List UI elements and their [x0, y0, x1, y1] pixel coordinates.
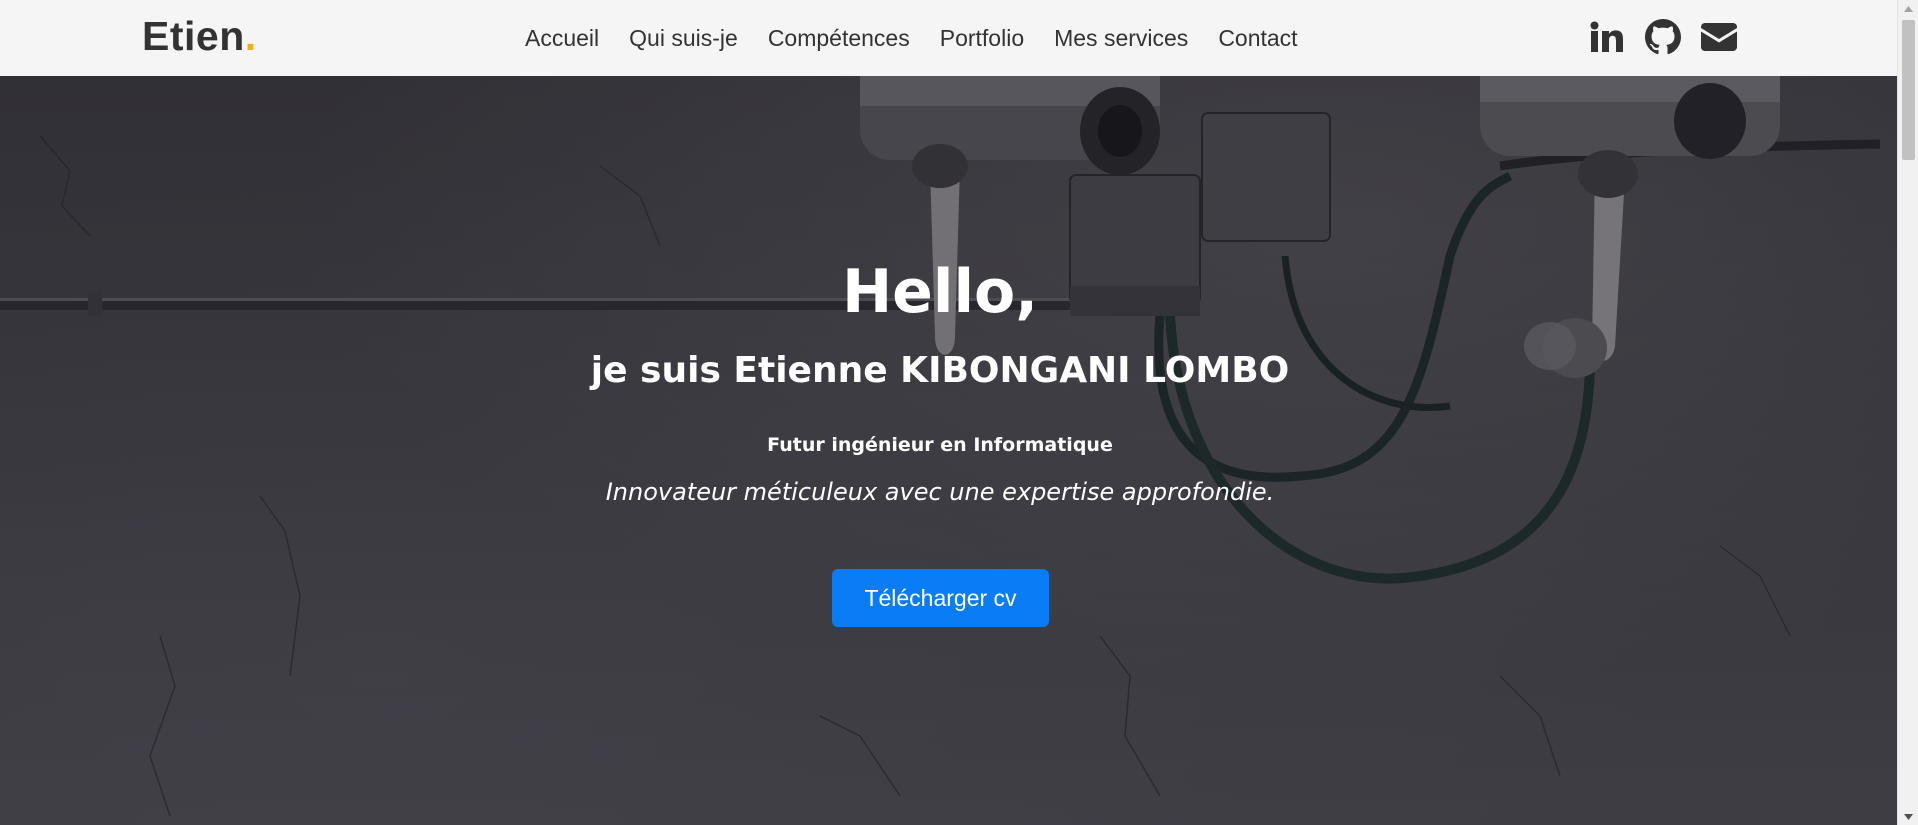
navbar: Etien. Accueil Qui suis-je Compétences P… [0, 0, 1897, 76]
nav-menu: Accueil Qui suis-je Compétences Portfoli… [525, 0, 1298, 76]
brand-logo[interactable]: Etien. [142, 12, 257, 60]
nav-link-mes-services[interactable]: Mes services [1054, 25, 1188, 51]
email-link[interactable] [1700, 17, 1738, 57]
nav-link-contact[interactable]: Contact [1218, 25, 1297, 51]
linkedin-link[interactable] [1588, 17, 1626, 57]
nav-item-accueil: Accueil [525, 25, 599, 52]
nav-item-portfolio: Portfolio [940, 25, 1024, 52]
nav-link-competences[interactable]: Compétences [768, 25, 910, 51]
page: Etien. Accueil Qui suis-je Compétences P… [0, 0, 1918, 825]
page-scrollbar[interactable] [1897, 0, 1918, 825]
scroll-down-arrow[interactable] [1898, 808, 1918, 825]
social-links [1588, 17, 1738, 57]
hero-role: Futur ingénieur en Informatique [767, 434, 1113, 456]
hero-title: Hello, [841, 257, 1039, 327]
linkedin-icon [1590, 21, 1623, 52]
scroll-thumb[interactable] [1902, 20, 1915, 160]
nav-item-contact: Contact [1218, 25, 1297, 52]
nav-link-accueil[interactable]: Accueil [525, 25, 599, 51]
hero-name: je suis Etienne KIBONGANI LOMBO [590, 350, 1290, 391]
github-icon [1645, 19, 1681, 55]
brand-dot: . [244, 13, 257, 59]
chevron-down-icon [1904, 813, 1913, 820]
hero-tagline: Innovateur méticuleux avec une expertise… [605, 478, 1275, 506]
nav-item-qui-suis-je: Qui suis-je [629, 25, 738, 52]
github-link[interactable] [1644, 17, 1682, 57]
download-cv-button[interactable]: Télécharger cv [832, 569, 1049, 627]
chevron-up-icon [1904, 5, 1913, 12]
envelope-icon [1701, 23, 1737, 51]
nav-item-competences: Compétences [768, 25, 910, 52]
hero-section: Hello, je suis Etienne KIBONGANI LOMBO F… [0, 76, 1897, 825]
nav-link-qui-suis-je[interactable]: Qui suis-je [629, 25, 738, 51]
brand-name: Etien [142, 13, 245, 59]
scroll-up-arrow[interactable] [1898, 0, 1918, 17]
hero-content: Hello, je suis Etienne KIBONGANI LOMBO F… [0, 76, 1897, 825]
nav-item-mes-services: Mes services [1054, 25, 1188, 52]
nav-link-portfolio[interactable]: Portfolio [940, 25, 1024, 51]
